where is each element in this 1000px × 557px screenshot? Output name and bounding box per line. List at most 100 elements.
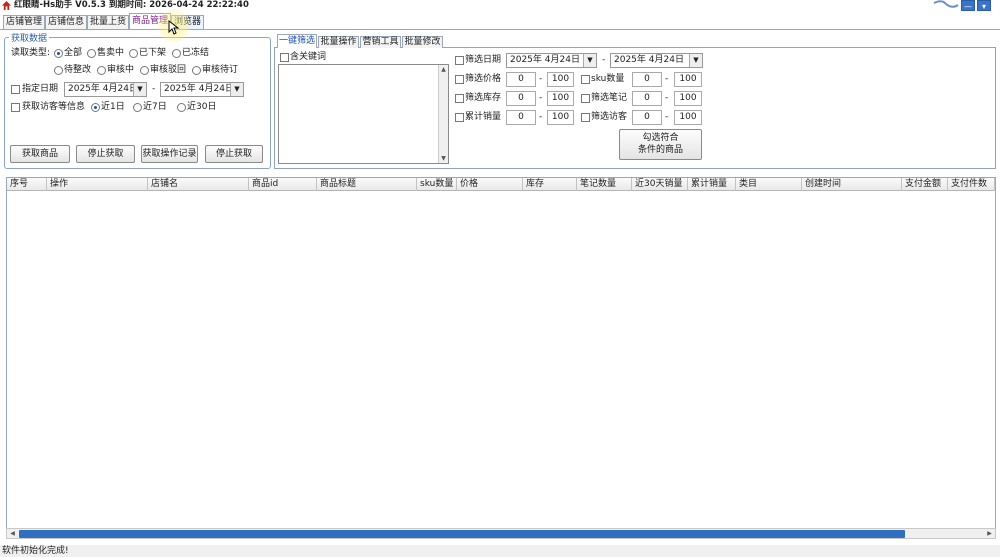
radio-type-off-shelf-label: 已下架 (139, 48, 167, 58)
column-header[interactable]: 商品标题 (317, 178, 417, 191)
filter-date-from-picker[interactable]: 2025年 4月24日 ▼ (506, 53, 597, 68)
radio-type-all[interactable] (54, 49, 63, 58)
radio-range-1d-label: 近1日 (101, 102, 125, 112)
window-menu-button[interactable]: ▾ (977, 0, 991, 11)
column-header[interactable]: 类目 (736, 178, 802, 191)
column-header[interactable]: 序号 (7, 178, 47, 191)
filter-sku-checkbox[interactable] (581, 75, 590, 84)
subtab-one-click-filter[interactable]: 一键筛选 (277, 34, 317, 48)
stock-min-input[interactable]: 0 (506, 91, 536, 106)
scrollbar-thumb[interactable] (19, 530, 905, 538)
sales-max-input[interactable]: 100 (547, 110, 574, 125)
filter-visitors-checkbox[interactable] (581, 113, 590, 122)
visitors-min-input[interactable]: 0 (632, 110, 662, 125)
sku-max-input[interactable]: 100 (674, 72, 702, 87)
price-max-input[interactable]: 100 (547, 72, 574, 87)
subtab-marketing-tools[interactable]: 营销工具 (360, 36, 401, 48)
column-header[interactable]: 近30天销量 (632, 178, 688, 191)
stop-fetch-2-button[interactable]: 停止获取 (205, 145, 263, 163)
radio-type-off-shelf[interactable] (129, 49, 138, 58)
column-header[interactable]: 支付件数 (948, 178, 995, 191)
tab-shop-info[interactable]: 店铺信息 (45, 15, 87, 29)
radio-type-rejected[interactable] (140, 66, 149, 75)
filter-notes-checkbox[interactable] (581, 94, 590, 103)
products-table[interactable]: 序号 操作 店铺名 商品id 商品标题 sku数量 价格 库存 笔记数量 近30… (6, 177, 996, 539)
column-header[interactable]: sku数量 (417, 178, 457, 191)
column-header[interactable]: 价格 (457, 178, 523, 191)
fetch-date-to-value: 2025年 4月24日 (164, 84, 234, 94)
radio-type-pending-label: 审核待订 (202, 65, 239, 75)
visitor-info-checkbox[interactable] (11, 103, 20, 112)
scroll-down-icon[interactable]: ▼ (439, 154, 448, 163)
status-bar: 软件初始化完成! (0, 545, 1000, 557)
table-header: 序号 操作 店铺名 商品id 商品标题 sku数量 价格 库存 笔记数量 近30… (7, 178, 995, 191)
visitors-max-input[interactable]: 100 (674, 110, 702, 125)
mouse-cursor-icon (168, 20, 180, 35)
filter-sales-checkbox[interactable] (455, 113, 464, 122)
stop-fetch-button[interactable]: 停止获取 (76, 145, 135, 163)
fetch-operation-log-button[interactable]: 获取操作记录 (141, 145, 198, 163)
keyword-checkbox[interactable] (280, 53, 289, 62)
notes-min-input[interactable]: 0 (632, 91, 662, 106)
scroll-right-icon[interactable]: ▶ (984, 529, 995, 538)
fetch-date-from-picker[interactable]: 2025年 4月24日 ▼ (64, 82, 147, 97)
stock-max-input[interactable]: 100 (547, 91, 574, 106)
select-matching-products-button[interactable]: 勾选符合 条件的商品 (619, 129, 702, 160)
select-matching-line2: 条件的商品 (637, 145, 683, 155)
radio-type-reviewing[interactable] (97, 66, 106, 75)
read-type-label: 读取类型: (11, 48, 51, 58)
filter-price-checkbox[interactable] (455, 75, 464, 84)
radio-type-to-fix[interactable] (54, 66, 63, 75)
column-header[interactable]: 笔记数量 (577, 178, 632, 191)
window-title: 红眼睛-Hs助手 V0.5.3 到期时间: 2026-04-24 22:22:4… (14, 0, 249, 10)
filter-date-separator: - (602, 55, 606, 65)
column-header[interactable]: 支付金额 (902, 178, 948, 191)
column-header[interactable]: 累计销量 (688, 178, 736, 191)
column-header[interactable]: 店铺名 (148, 178, 249, 191)
keyword-scrollbar[interactable]: ▲ ▼ (438, 65, 448, 163)
radio-range-30d-label: 近30日 (187, 102, 217, 112)
subtab-batch-operations[interactable]: 批量操作 (318, 36, 359, 48)
column-header[interactable]: 库存 (523, 178, 577, 191)
filter-date-from-value: 2025年 4月24日 (510, 55, 580, 65)
radio-type-on-sale-label: 售卖中 (97, 48, 125, 58)
chevron-down-icon[interactable]: ▼ (230, 83, 243, 96)
minimize-button[interactable]: — (961, 0, 975, 11)
radio-range-7d[interactable] (133, 103, 142, 112)
column-header[interactable]: 创建时间 (802, 178, 902, 191)
filter-date-to-picker[interactable]: 2025年 4月24日 ▼ (610, 53, 703, 68)
radio-range-1d[interactable] (91, 103, 100, 112)
notes-max-input[interactable]: 100 (674, 91, 702, 106)
scroll-up-icon[interactable]: ▲ (439, 65, 448, 74)
filter-date-checkbox[interactable] (455, 56, 464, 65)
filter-stock-checkbox[interactable] (455, 94, 464, 103)
tab-batch-upload[interactable]: 批量上货 (87, 15, 129, 29)
subtab-batch-edit[interactable]: 批量修改 (402, 36, 443, 48)
radio-type-on-sale[interactable] (87, 49, 96, 58)
keyword-textarea[interactable]: ▲ ▼ (278, 64, 449, 164)
fetch-products-button[interactable]: 获取商品 (10, 145, 70, 163)
column-header[interactable]: 操作 (47, 178, 148, 191)
specify-date-checkbox[interactable] (11, 85, 20, 94)
filter-visitors-label: 筛选访客 (591, 112, 628, 122)
chevron-down-icon[interactable]: ▼ (133, 83, 146, 96)
radio-type-frozen[interactable] (172, 49, 181, 58)
filter-price-label: 筛选价格 (465, 74, 502, 84)
filter-date-label: 筛选日期 (465, 55, 502, 65)
sales-min-input[interactable]: 0 (506, 110, 536, 125)
notes-dash: - (665, 93, 669, 103)
chevron-down-icon[interactable]: ▼ (583, 54, 596, 67)
scroll-left-icon[interactable]: ◀ (7, 529, 18, 538)
horizontal-scrollbar[interactable]: ◀ ▶ (6, 528, 996, 539)
radio-range-30d[interactable] (177, 103, 186, 112)
sku-min-input[interactable]: 0 (632, 72, 662, 87)
tab-shop-management[interactable]: 店铺管理 (3, 15, 45, 29)
radio-type-all-label: 全部 (64, 48, 83, 58)
column-header[interactable]: 商品id (249, 178, 317, 191)
fetch-date-to-picker[interactable]: 2025年 4月24日 ▼ (160, 82, 244, 97)
chevron-down-icon[interactable]: ▼ (689, 54, 702, 67)
radio-type-pending[interactable] (192, 66, 201, 75)
price-min-input[interactable]: 0 (506, 72, 536, 87)
specify-date-label: 指定日期 (22, 84, 59, 94)
decoration-icon (933, 0, 959, 8)
